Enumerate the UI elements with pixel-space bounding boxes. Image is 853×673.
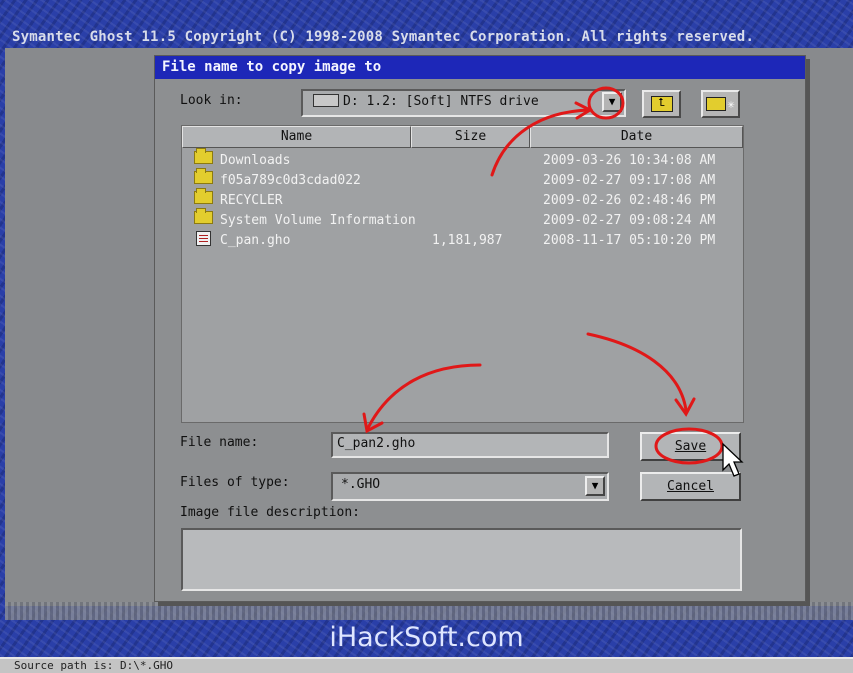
file-row[interactable]: f05a789c0d3cdad022 2009-02-27 09:17:08 A… [182, 168, 743, 191]
file-name: Downloads [220, 153, 291, 168]
file-date: 2008-11-17 05:10:20 PM [543, 233, 716, 248]
save-button[interactable]: Save [640, 432, 741, 461]
column-header-date[interactable]: Date [530, 126, 743, 148]
look-in-dropdown[interactable]: D: 1.2: [Soft] NTFS drive ▼ [301, 89, 626, 117]
new-folder-icon [706, 97, 727, 111]
column-header-name[interactable]: Name [182, 126, 411, 148]
file-name: RECYCLER [220, 193, 283, 208]
file-row[interactable]: Downloads 2009-03-26 10:34:08 AM [182, 148, 743, 171]
image-description-input[interactable] [181, 528, 742, 591]
image-description-label: Image file description: [180, 505, 361, 520]
panel-border-strip [5, 602, 853, 620]
files-of-type-dropdown[interactable]: *.GHO ▼ [331, 472, 609, 501]
file-date: 2009-02-27 09:08:24 AM [543, 213, 716, 228]
file-date: 2009-03-26 10:34:08 AM [543, 153, 716, 168]
folder-icon [194, 168, 213, 184]
folder-icon [194, 208, 213, 224]
chevron-down-icon[interactable]: ▼ [585, 476, 605, 496]
file-name: C_pan.gho [220, 233, 291, 248]
app-title: Symantec Ghost 11.5 Copyright (C) 1998-2… [12, 29, 755, 45]
file-name-input[interactable]: C_pan2.gho [331, 432, 609, 458]
chevron-down-icon[interactable]: ▼ [602, 92, 622, 112]
file-row[interactable]: RECYCLER 2009-02-26 02:48:46 PM [182, 188, 743, 211]
files-of-type-label: Files of type: [180, 475, 290, 490]
file-name-label: File name: [180, 435, 259, 450]
folder-icon [194, 148, 213, 164]
dialog-title: File name to copy image to [155, 56, 805, 79]
status-bar: Source path is: D:\*.GHO [0, 657, 853, 673]
drive-icon [313, 94, 339, 107]
file-name: System Volume Information [220, 213, 416, 228]
folder-icon [194, 188, 213, 204]
look-in-label: Look in: [180, 93, 243, 108]
up-folder-button[interactable]: ⮤ [642, 90, 681, 118]
file-size: 1,181,987 [432, 233, 503, 248]
file-name: f05a789c0d3cdad022 [220, 173, 361, 188]
file-icon [196, 231, 211, 246]
cancel-button[interactable]: Cancel [640, 472, 741, 501]
save-image-dialog: File name to copy image to Look in: D: 1… [154, 55, 806, 602]
file-list[interactable]: Name Size Date Downloads 2009-03-26 10:3… [181, 125, 744, 423]
up-folder-icon: ⮤ [650, 96, 673, 112]
watermark: iHackSoft.com [329, 622, 524, 653]
column-header-size[interactable]: Size [411, 126, 530, 148]
file-date: 2009-02-27 09:17:08 AM [543, 173, 716, 188]
file-row[interactable]: C_pan.gho 1,181,987 2008-11-17 05:10:20 … [182, 231, 743, 251]
new-folder-button[interactable]: ✳ [701, 90, 740, 118]
file-date: 2009-02-26 02:48:46 PM [543, 193, 716, 208]
file-row[interactable]: System Volume Information 2009-02-27 09:… [182, 208, 743, 231]
files-of-type-value: *.GHO [341, 477, 381, 492]
look-in-value: D: 1.2: [Soft] NTFS drive [343, 94, 539, 109]
